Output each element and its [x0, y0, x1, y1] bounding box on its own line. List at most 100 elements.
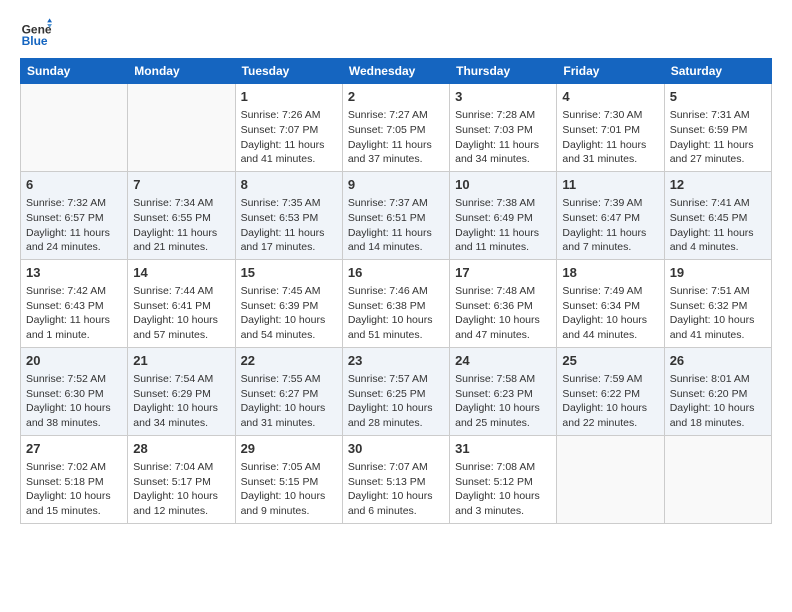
week-row-1: 1 Sunrise: 7:26 AM Sunset: 7:07 PM Daylig… — [21, 84, 772, 172]
day-cell: 6 Sunrise: 7:32 AM Sunset: 6:57 PM Daylig… — [21, 171, 128, 259]
day-cell: 24 Sunrise: 7:58 AM Sunset: 6:23 PM Dayli… — [450, 347, 557, 435]
day-number: 16 — [348, 264, 444, 282]
svg-text:Blue: Blue — [22, 34, 48, 48]
day-number: 21 — [133, 352, 229, 370]
day-cell: 21 Sunrise: 7:54 AM Sunset: 6:29 PM Dayli… — [128, 347, 235, 435]
day-number: 30 — [348, 440, 444, 458]
day-number: 29 — [241, 440, 337, 458]
day-cell: 25 Sunrise: 7:59 AM Sunset: 6:22 PM Dayli… — [557, 347, 664, 435]
day-number: 4 — [562, 88, 658, 106]
day-number: 11 — [562, 176, 658, 194]
day-info: Sunrise: 7:39 AM Sunset: 6:47 PM Dayligh… — [562, 196, 658, 255]
day-number: 19 — [670, 264, 766, 282]
day-cell: 4 Sunrise: 7:30 AM Sunset: 7:01 PM Daylig… — [557, 84, 664, 172]
day-info: Sunrise: 7:34 AM Sunset: 6:55 PM Dayligh… — [133, 196, 229, 255]
day-number: 1 — [241, 88, 337, 106]
day-number: 23 — [348, 352, 444, 370]
day-info: Sunrise: 7:08 AM Sunset: 5:12 PM Dayligh… — [455, 460, 551, 519]
weekday-header-sunday: Sunday — [21, 59, 128, 84]
day-info: Sunrise: 7:27 AM Sunset: 7:05 PM Dayligh… — [348, 108, 444, 167]
day-number: 7 — [133, 176, 229, 194]
day-number: 28 — [133, 440, 229, 458]
week-row-3: 13Sunrise: 7:42 AM Sunset: 6:43 PM Dayli… — [21, 259, 772, 347]
day-cell: 23 Sunrise: 7:57 AM Sunset: 6:25 PM Dayli… — [342, 347, 449, 435]
day-info: Sunrise: 7:32 AM Sunset: 6:57 PM Dayligh… — [26, 196, 122, 255]
week-row-2: 6 Sunrise: 7:32 AM Sunset: 6:57 PM Daylig… — [21, 171, 772, 259]
day-info: Sunrise: 7:46 AM Sunset: 6:38 PM Dayligh… — [348, 284, 444, 343]
day-info: Sunrise: 7:58 AM Sunset: 6:23 PM Dayligh… — [455, 372, 551, 431]
weekday-header-monday: Monday — [128, 59, 235, 84]
day-number: 20 — [26, 352, 122, 370]
day-number: 18 — [562, 264, 658, 282]
day-info: Sunrise: 7:26 AM Sunset: 7:07 PM Dayligh… — [241, 108, 337, 167]
day-number: 3 — [455, 88, 551, 106]
day-info: Sunrise: 7:07 AM Sunset: 5:13 PM Dayligh… — [348, 460, 444, 519]
day-info: Sunrise: 7:57 AM Sunset: 6:25 PM Dayligh… — [348, 372, 444, 431]
day-number: 25 — [562, 352, 658, 370]
week-row-4: 20 Sunrise: 7:52 AM Sunset: 6:30 PM Dayli… — [21, 347, 772, 435]
day-info: Sunrise: 7:41 AM Sunset: 6:45 PM Dayligh… — [670, 196, 766, 255]
page-header: General Blue — [20, 16, 772, 48]
day-info: Sunrise: 7:48 AM Sunset: 6:36 PM Dayligh… — [455, 284, 551, 343]
day-info: Sunrise: 7:59 AM Sunset: 6:22 PM Dayligh… — [562, 372, 658, 431]
day-cell: 28 Sunrise: 7:04 AM Sunset: 5:17 PM Dayli… — [128, 435, 235, 523]
day-info: Sunrise: 7:52 AM Sunset: 6:30 PM Dayligh… — [26, 372, 122, 431]
week-row-5: 27 Sunrise: 7:02 AM Sunset: 5:18 PM Dayli… — [21, 435, 772, 523]
day-info: Sunrise: 7:35 AM Sunset: 6:53 PM Dayligh… — [241, 196, 337, 255]
day-cell: 27 Sunrise: 7:02 AM Sunset: 5:18 PM Dayli… — [21, 435, 128, 523]
day-number: 26 — [670, 352, 766, 370]
day-info: Sunrise: 7:30 AM Sunset: 7:01 PM Dayligh… — [562, 108, 658, 167]
day-number: 6 — [26, 176, 122, 194]
weekday-header-tuesday: Tuesday — [235, 59, 342, 84]
day-cell: 11 Sunrise: 7:39 AM Sunset: 6:47 PM Dayli… — [557, 171, 664, 259]
weekday-header-row: SundayMondayTuesdayWednesdayThursdayFrid… — [21, 59, 772, 84]
day-number: 9 — [348, 176, 444, 194]
day-number: 31 — [455, 440, 551, 458]
day-cell: 17Sunrise: 7:48 AM Sunset: 6:36 PM Dayli… — [450, 259, 557, 347]
day-cell — [21, 84, 128, 172]
day-cell: 13Sunrise: 7:42 AM Sunset: 6:43 PM Dayli… — [21, 259, 128, 347]
day-cell: 26 Sunrise: 8:01 AM Sunset: 6:20 PM Dayli… — [664, 347, 771, 435]
day-cell: 9 Sunrise: 7:37 AM Sunset: 6:51 PM Daylig… — [342, 171, 449, 259]
day-cell — [664, 435, 771, 523]
day-cell: 31 Sunrise: 7:08 AM Sunset: 5:12 PM Dayli… — [450, 435, 557, 523]
day-cell: 18 Sunrise: 7:49 AM Sunset: 6:34 PM Dayli… — [557, 259, 664, 347]
day-cell: 16 Sunrise: 7:46 AM Sunset: 6:38 PM Dayli… — [342, 259, 449, 347]
day-info: Sunrise: 7:37 AM Sunset: 6:51 PM Dayligh… — [348, 196, 444, 255]
day-number: 13 — [26, 264, 122, 282]
day-number: 15 — [241, 264, 337, 282]
day-info: Sunrise: 7:49 AM Sunset: 6:34 PM Dayligh… — [562, 284, 658, 343]
day-info: Sunrise: 7:02 AM Sunset: 5:18 PM Dayligh… — [26, 460, 122, 519]
day-info: Sunrise: 7:51 AM Sunset: 6:32 PM Dayligh… — [670, 284, 766, 343]
day-number: 24 — [455, 352, 551, 370]
day-info: Sunrise: 7:31 AM Sunset: 6:59 PM Dayligh… — [670, 108, 766, 167]
day-number: 12 — [670, 176, 766, 194]
day-cell — [557, 435, 664, 523]
day-number: 8 — [241, 176, 337, 194]
day-cell: 22 Sunrise: 7:55 AM Sunset: 6:27 PM Dayli… — [235, 347, 342, 435]
day-info: Sunrise: 7:54 AM Sunset: 6:29 PM Dayligh… — [133, 372, 229, 431]
day-info: Sunrise: 8:01 AM Sunset: 6:20 PM Dayligh… — [670, 372, 766, 431]
day-cell: 19 Sunrise: 7:51 AM Sunset: 6:32 PM Dayli… — [664, 259, 771, 347]
day-cell: 30 Sunrise: 7:07 AM Sunset: 5:13 PM Dayli… — [342, 435, 449, 523]
weekday-header-wednesday: Wednesday — [342, 59, 449, 84]
day-number: 22 — [241, 352, 337, 370]
day-cell: 5 Sunrise: 7:31 AM Sunset: 6:59 PM Daylig… — [664, 84, 771, 172]
day-number: 2 — [348, 88, 444, 106]
day-number: 5 — [670, 88, 766, 106]
weekday-header-friday: Friday — [557, 59, 664, 84]
day-cell: 15Sunrise: 7:45 AM Sunset: 6:39 PM Dayli… — [235, 259, 342, 347]
day-cell: 1 Sunrise: 7:26 AM Sunset: 7:07 PM Daylig… — [235, 84, 342, 172]
day-cell: 2 Sunrise: 7:27 AM Sunset: 7:05 PM Daylig… — [342, 84, 449, 172]
weekday-header-thursday: Thursday — [450, 59, 557, 84]
calendar-table: SundayMondayTuesdayWednesdayThursdayFrid… — [20, 58, 772, 524]
day-cell: 14Sunrise: 7:44 AM Sunset: 6:41 PM Dayli… — [128, 259, 235, 347]
day-cell: 10Sunrise: 7:38 AM Sunset: 6:49 PM Dayli… — [450, 171, 557, 259]
day-cell: 7 Sunrise: 7:34 AM Sunset: 6:55 PM Daylig… — [128, 171, 235, 259]
day-cell: 3Sunrise: 7:28 AM Sunset: 7:03 PM Daylig… — [450, 84, 557, 172]
day-info: Sunrise: 7:55 AM Sunset: 6:27 PM Dayligh… — [241, 372, 337, 431]
day-cell — [128, 84, 235, 172]
day-number: 27 — [26, 440, 122, 458]
logo: General Blue — [20, 16, 52, 48]
day-info: Sunrise: 7:04 AM Sunset: 5:17 PM Dayligh… — [133, 460, 229, 519]
